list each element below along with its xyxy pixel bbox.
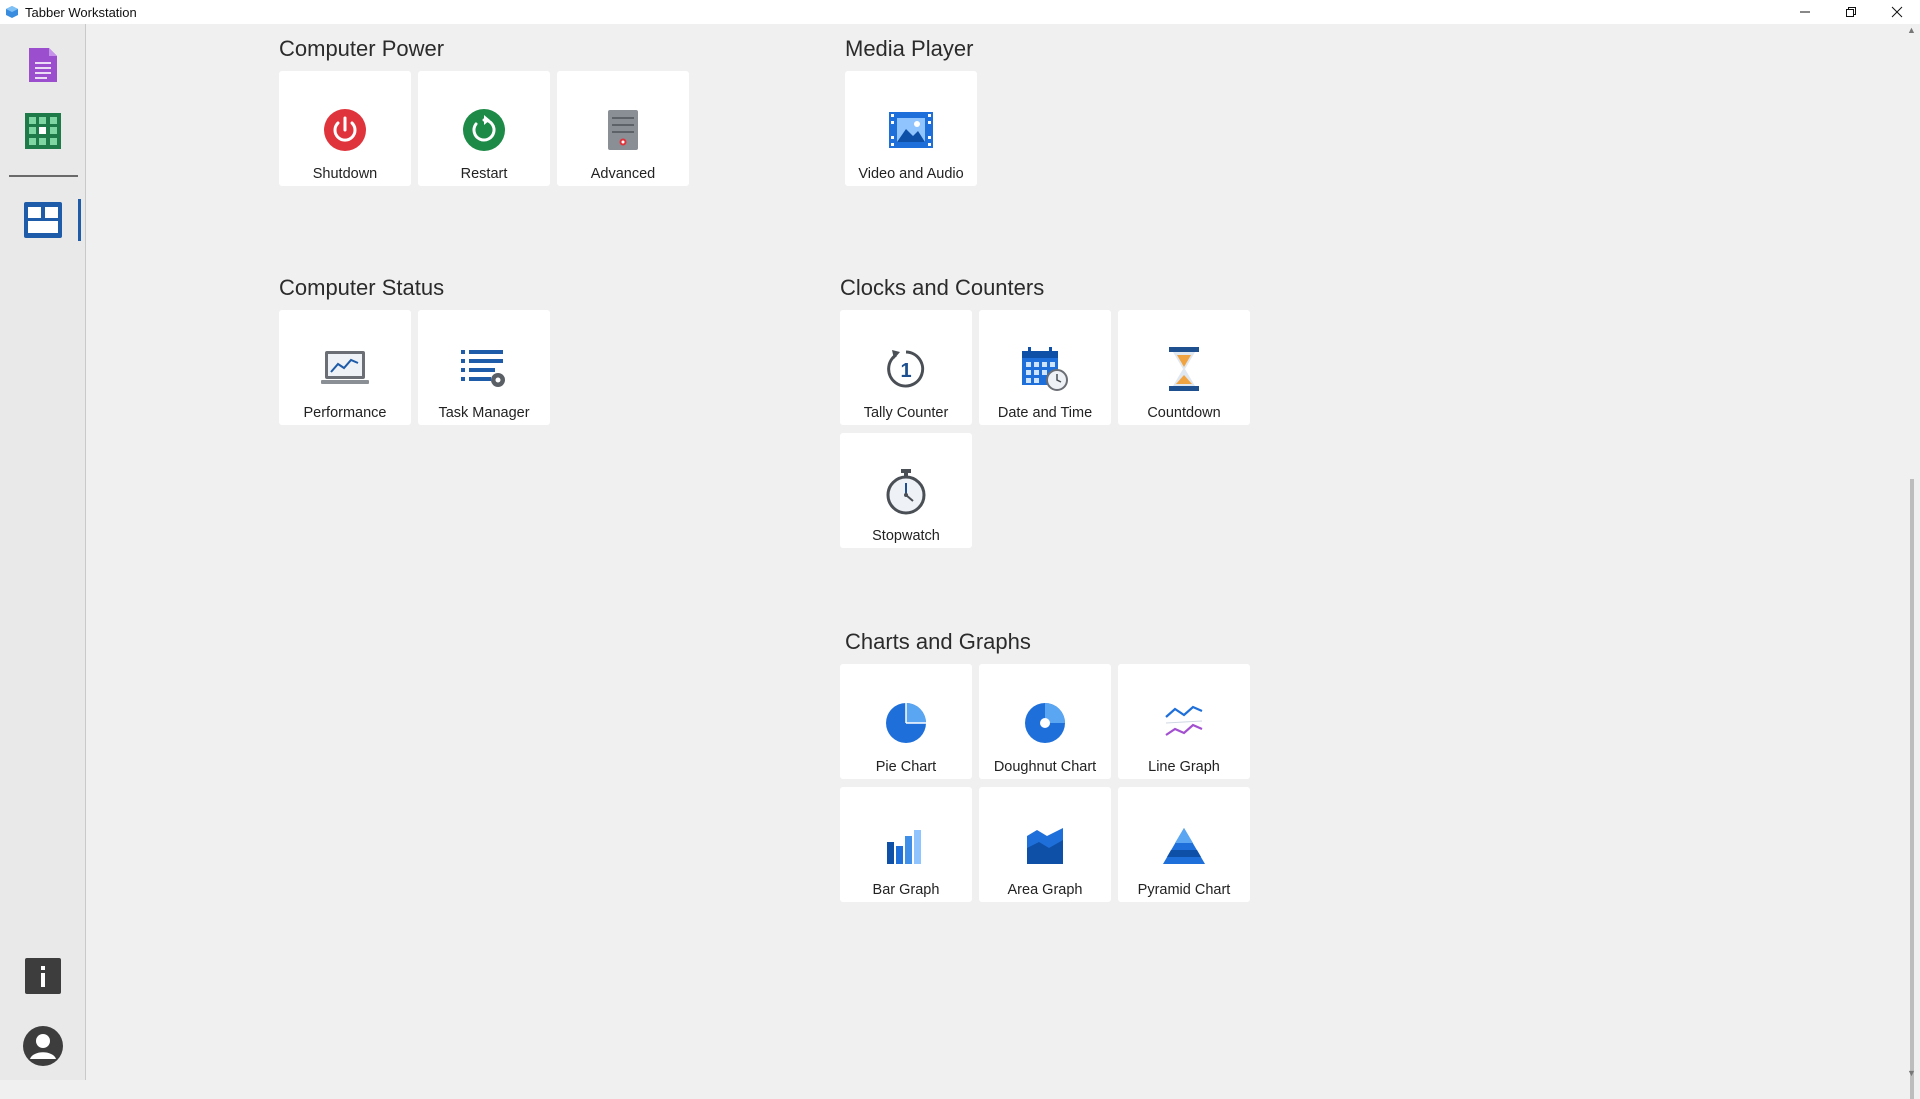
tile-label: Task Manager: [418, 405, 550, 421]
info-icon: [25, 958, 61, 994]
tile-label: Tally Counter: [840, 405, 972, 421]
section-title-computer-status: Computer Status: [279, 275, 444, 301]
tile-label: Countdown: [1118, 405, 1250, 421]
sidebar-item-user[interactable]: [20, 1023, 66, 1069]
sidebar-item-dashboard[interactable]: [20, 197, 66, 243]
minimize-button[interactable]: [1782, 0, 1828, 24]
spreadsheet-icon: [25, 113, 61, 149]
doughnut-chart-icon: [1023, 701, 1067, 745]
tile-restart[interactable]: Restart: [418, 71, 550, 186]
task-list-icon: [461, 348, 507, 390]
dashboard-icon: [24, 202, 62, 238]
minimize-icon: [1799, 6, 1811, 18]
sidebar-separator: [9, 175, 78, 177]
tile-label: Line Graph: [1118, 759, 1250, 775]
tile-bar-graph[interactable]: Bar Graph: [840, 787, 972, 902]
scroll-down-arrow-icon[interactable]: ▼: [1907, 1069, 1916, 1078]
tile-label: Stopwatch: [840, 528, 972, 544]
section-title-clocks-and-counters: Clocks and Counters: [840, 275, 1044, 301]
server-icon: [608, 110, 638, 150]
tile-line-graph[interactable]: Line Graph: [1118, 664, 1250, 779]
restart-icon: [462, 108, 506, 152]
tile-label: Area Graph: [979, 882, 1111, 898]
window-title: Tabber Workstation: [25, 5, 137, 20]
sidebar-item-spreadsheet[interactable]: [20, 108, 66, 154]
hourglass-icon: [1167, 347, 1201, 391]
close-button[interactable]: [1874, 0, 1920, 24]
app-logo-icon: [5, 5, 19, 19]
tile-label: Restart: [418, 166, 550, 182]
area-graph-icon: [1025, 826, 1065, 866]
user-icon: [23, 1026, 63, 1066]
video-icon: [889, 112, 933, 148]
tile-shutdown[interactable]: Shutdown: [279, 71, 411, 186]
tile-label: Doughnut Chart: [979, 759, 1111, 775]
restore-icon: [1845, 6, 1857, 18]
tally-counter-icon: 1: [884, 347, 928, 391]
section-title-charts-and-graphs: Charts and Graphs: [845, 629, 1031, 655]
pyramid-chart-icon: [1161, 826, 1207, 866]
stopwatch-icon: [885, 469, 927, 515]
scroll-up-arrow-icon[interactable]: ▲: [1907, 26, 1916, 35]
tile-stopwatch[interactable]: Stopwatch: [840, 433, 972, 548]
tile-date-and-time[interactable]: Date and Time: [979, 310, 1111, 425]
line-graph-icon: [1162, 701, 1206, 745]
tile-doughnut-chart[interactable]: Doughnut Chart: [979, 664, 1111, 779]
tile-label: Video and Audio: [845, 166, 977, 182]
calendar-clock-icon: [1022, 347, 1068, 391]
restore-button[interactable]: [1828, 0, 1874, 24]
tile-label: Shutdown: [279, 166, 411, 182]
document-icon: [27, 46, 59, 84]
sidebar: [0, 24, 86, 1080]
tile-label: Pyramid Chart: [1118, 882, 1250, 898]
tile-task-manager[interactable]: Task Manager: [418, 310, 550, 425]
performance-monitor-icon: [321, 351, 369, 387]
tile-label: Performance: [279, 405, 411, 421]
section-title-computer-power: Computer Power: [279, 36, 444, 62]
scroll-thumb[interactable]: [1910, 479, 1914, 1099]
sidebar-item-info[interactable]: [20, 953, 66, 999]
bar-graph-icon: [885, 826, 927, 866]
pie-chart-icon: [884, 701, 928, 745]
tile-tally-counter[interactable]: 1 Tally Counter: [840, 310, 972, 425]
tile-video-and-audio[interactable]: Video and Audio: [845, 71, 977, 186]
section-title-media-player: Media Player: [845, 36, 973, 62]
tile-label: Advanced: [557, 166, 689, 182]
tile-label: Bar Graph: [840, 882, 972, 898]
window-controls: [1782, 0, 1920, 24]
tile-pyramid-chart[interactable]: Pyramid Chart: [1118, 787, 1250, 902]
tile-countdown[interactable]: Countdown: [1118, 310, 1250, 425]
power-icon: [323, 108, 367, 152]
sidebar-item-documents[interactable]: [20, 42, 66, 88]
title-bar: Tabber Workstation: [0, 0, 1920, 24]
close-icon: [1891, 6, 1903, 18]
tile-pie-chart[interactable]: Pie Chart: [840, 664, 972, 779]
tile-area-graph[interactable]: Area Graph: [979, 787, 1111, 902]
sidebar-active-indicator: [78, 199, 81, 241]
tile-advanced[interactable]: Advanced: [557, 71, 689, 186]
vertical-scrollbar[interactable]: ▲ ▼: [1903, 24, 1920, 1080]
tile-label: Date and Time: [979, 405, 1111, 421]
tile-performance[interactable]: Performance: [279, 310, 411, 425]
svg-text:1: 1: [900, 360, 911, 382]
tile-label: Pie Chart: [840, 759, 972, 775]
